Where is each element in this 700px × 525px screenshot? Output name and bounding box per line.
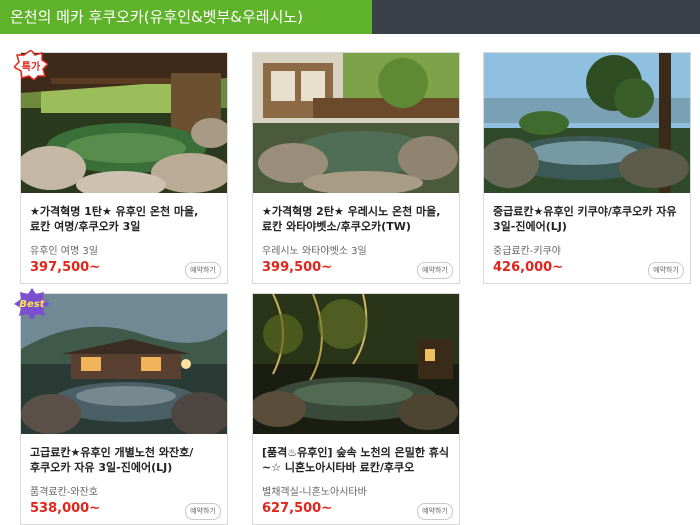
product-price: 538,000~ (30, 501, 101, 516)
product-title[interactable]: 고급료칸★유후인 개별노천 와잔호/후쿠오카 자유 3일-진에어(LJ) (30, 445, 222, 475)
product-photo[interactable] (253, 294, 459, 434)
badge-label: Best (19, 298, 45, 310)
product-price: 426,000~ (493, 260, 564, 275)
product-card-1[interactable]: ★가격혁명 1탄★ 유후인 온천 마을, 료칸 여명/후쿠오카 3일 유후인 여… (20, 52, 228, 284)
product-title[interactable]: 중급료칸★유후인 키쿠야/후쿠오카 자유 3일-진에어(LJ) (493, 204, 685, 234)
product-price: 397,500~ (30, 260, 101, 275)
reserve-button[interactable]: 예약하기 (185, 503, 221, 520)
product-title[interactable]: ★가격혁명 1탄★ 유후인 온천 마을, 료칸 여명/후쿠오카 3일 (30, 204, 222, 234)
reserve-button[interactable]: 예약하기 (417, 262, 453, 279)
product-subtitle: 우레시노 와타야벳소 3일 (262, 246, 367, 257)
product-title[interactable]: [품격♨유후인] 숲속 노천의 은밀한 휴식~☆ 니혼노아시타바 료칸/후쿠오 (262, 445, 454, 475)
product-card-3[interactable]: 중급료칸★유후인 키쿠야/후쿠오카 자유 3일-진에어(LJ) 중급료칸-키쿠야… (483, 52, 691, 284)
best-badge: Best (14, 288, 50, 320)
reserve-button[interactable]: 예약하기 (185, 262, 221, 279)
product-price: 399,500~ (262, 260, 333, 275)
section-header: 온천의 메카 후쿠오카(유후인&벳부&우레시노) (0, 0, 700, 34)
badge-label: 특가 (21, 61, 41, 73)
product-photo[interactable] (253, 53, 459, 193)
product-subtitle: 품격료칸-와잔호 (30, 487, 99, 498)
special-price-badge: 특가 (12, 48, 50, 82)
product-price: 627,500~ (262, 501, 333, 516)
product-photo[interactable] (21, 53, 227, 193)
product-photo[interactable] (21, 294, 227, 434)
product-card-5[interactable]: [품격♨유후인] 숲속 노천의 은밀한 휴식~☆ 니혼노아시타바 료칸/후쿠오 … (252, 293, 460, 525)
product-photo[interactable] (484, 53, 690, 193)
product-subtitle: 유후인 여명 3일 (30, 246, 98, 257)
product-title[interactable]: ★가격혁명 2탄★ 우레시노 온천 마을, 료칸 와타야벳소/후쿠오카(TW) (262, 204, 454, 234)
product-subtitle: 중급료칸-키쿠야 (493, 246, 562, 257)
product-card-4[interactable]: 고급료칸★유후인 개별노천 와잔호/후쿠오카 자유 3일-진에어(LJ) 품격료… (20, 293, 228, 525)
reserve-button[interactable]: 예약하기 (417, 503, 453, 520)
reserve-button[interactable]: 예약하기 (648, 262, 684, 279)
section-title: 온천의 메카 후쿠오카(유후인&벳부&우레시노) (10, 8, 304, 26)
product-subtitle: 별채객실-니혼노아시타바 (262, 487, 367, 498)
product-card-2[interactable]: ★가격혁명 2탄★ 우레시노 온천 마을, 료칸 와타야벳소/후쿠오카(TW) … (252, 52, 460, 284)
